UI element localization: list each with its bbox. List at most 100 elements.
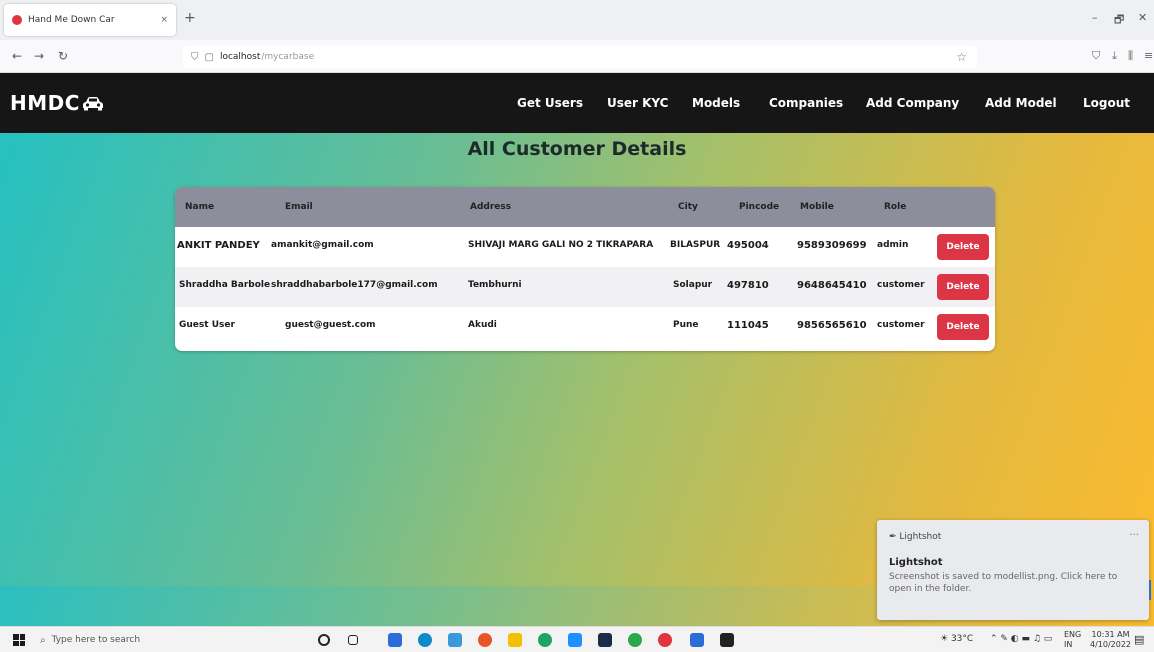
url-bar[interactable]: ⛉ ▢ localhost /mycarbase ☆: [183, 46, 977, 68]
pocket-icon[interactable]: ⛉: [1092, 49, 1100, 63]
new-tab-button[interactable]: +: [184, 10, 196, 26]
table-row: Shraddha Barbole shraddhabarbole177@gmai…: [175, 267, 995, 307]
nav-logout[interactable]: Logout: [1083, 96, 1130, 110]
notification-app-name: Lightshot: [899, 532, 942, 542]
maximize-icon[interactable]: 🗗: [1114, 11, 1124, 30]
cell-address: Tembhurni: [468, 280, 522, 290]
taskbar: ⌕ Type here to search ☀ 33°C ⌃ ✎ ◐ ▬ ♫ ▭…: [0, 626, 1154, 652]
app-icon[interactable]: [388, 633, 402, 647]
weather-temp: 33°C: [950, 634, 974, 644]
bookmark-star-icon[interactable]: ☆: [956, 50, 967, 64]
language-indicator[interactable]: ENG IN: [1064, 630, 1086, 650]
cell-email: amankit@gmail.com: [271, 240, 374, 250]
cell-role: customer: [877, 320, 925, 330]
back-icon[interactable]: ←: [12, 49, 22, 63]
brand-logo[interactable]: HMDC: [10, 91, 104, 115]
lightshot-notification[interactable]: ✒ Lightshot ··· Lightshot Screenshot is …: [877, 520, 1149, 620]
delete-button[interactable]: Delete: [937, 234, 989, 260]
cell-name: ANKIT PANDEY: [177, 240, 260, 251]
cell-role: customer: [877, 280, 925, 290]
spotify-icon[interactable]: [628, 633, 642, 647]
cell-address: Akudi: [468, 320, 497, 330]
nav-models[interactable]: Models: [692, 96, 740, 110]
th-email: Email: [285, 202, 313, 212]
terminal-icon[interactable]: [598, 633, 612, 647]
browser-toolbar: ← → ↻ ⛉ ▢ localhost /mycarbase ☆ ⛉ ⤓ ⫼ ≡: [0, 40, 1154, 73]
th-name: Name: [185, 202, 215, 212]
url-path: /mycarbase: [261, 52, 315, 62]
forward-icon[interactable]: →: [34, 49, 44, 63]
car-icon: [82, 97, 103, 111]
close-window-icon[interactable]: ✕: [1138, 11, 1147, 24]
cell-address: SHIVAJI MARG GALI NO 2 TIKRAPARA: [468, 240, 654, 250]
cell-pincode: 495004: [727, 240, 769, 251]
chrome-icon[interactable]: [478, 633, 492, 647]
tray-icons[interactable]: ⌃ ✎ ◐ ▬ ♫ ▭: [990, 634, 1052, 644]
cell-mobile: 9648645410: [797, 280, 867, 291]
reload-icon[interactable]: ↻: [58, 49, 68, 63]
tab-title: Hand Me Down Car: [28, 15, 115, 25]
customer-table: Name Email Address City Pincode Mobile R…: [175, 187, 995, 351]
cell-mobile: 9856565610: [797, 320, 867, 331]
notification-body: Screenshot is saved to modellist.png. Cl…: [889, 572, 1118, 594]
mail-icon[interactable]: [448, 633, 462, 647]
nav-add-company[interactable]: Add Company: [866, 96, 959, 110]
weather-icon: ☀: [940, 634, 951, 644]
cell-pincode: 497810: [727, 280, 769, 291]
search-placeholder: Type here to search: [51, 635, 141, 645]
task-view-icon[interactable]: [348, 635, 358, 645]
nav-get-users[interactable]: Get Users: [517, 96, 583, 110]
page-title: All Customer Details: [467, 138, 687, 160]
menu-icon[interactable]: ≡: [1144, 49, 1153, 62]
weather-tray[interactable]: ☀ 33°C: [940, 634, 973, 644]
library-icon[interactable]: ⫼: [1128, 49, 1133, 63]
app-icon[interactable]: [720, 633, 734, 647]
th-role: Role: [884, 202, 907, 212]
nav-user-kyc[interactable]: User KYC: [607, 96, 669, 110]
nav-add-model[interactable]: Add Model: [985, 96, 1057, 110]
table-header: Name Email Address City Pincode Mobile R…: [175, 187, 995, 227]
cortana-icon[interactable]: [318, 634, 330, 646]
minimize-icon[interactable]: –: [1092, 11, 1098, 24]
browser-tab[interactable]: Hand Me Down Car ×: [4, 4, 176, 36]
table-row: ANKIT PANDEY amankit@gmail.com SHIVAJI M…: [175, 227, 995, 267]
download-icon[interactable]: ⤓: [1112, 49, 1117, 63]
table-row: Guest User guest@guest.com Akudi Pune 11…: [175, 307, 995, 347]
windows-start-icon[interactable]: [13, 634, 25, 646]
th-address: Address: [470, 202, 512, 212]
notification-title: Lightshot: [889, 557, 943, 568]
edge-icon[interactable]: [418, 633, 432, 647]
th-pincode: Pincode: [739, 202, 780, 212]
taskbar-search[interactable]: ⌕ Type here to search: [40, 631, 280, 649]
file-explorer-icon[interactable]: [508, 633, 522, 647]
notification-scroll-indicator: [1149, 580, 1154, 600]
delete-button[interactable]: Delete: [937, 274, 989, 300]
browser-tab-strip: Hand Me Down Car × + – 🗗 ✕: [0, 0, 1154, 40]
brand-text: HMDC: [10, 91, 80, 115]
cell-role: admin: [877, 240, 909, 250]
page-icon: ▢: [204, 51, 214, 63]
clock-date: 4/10/2022: [1090, 640, 1132, 649]
tab-close-icon[interactable]: ×: [160, 15, 168, 25]
vscode-icon[interactable]: [568, 633, 582, 647]
more-icon[interactable]: ···: [1129, 530, 1139, 541]
search-icon: ⌕: [40, 634, 46, 646]
notification-center-icon[interactable]: ▤: [1134, 633, 1144, 646]
shield-icon: ⛉: [191, 51, 199, 63]
clock[interactable]: 10:31 AM 4/10/2022: [1090, 630, 1131, 650]
cell-email: shraddhabarbole177@gmail.com: [271, 280, 438, 290]
cell-city: Pune: [673, 320, 699, 330]
store-icon[interactable]: [690, 633, 704, 647]
firefox-icon[interactable]: [658, 633, 672, 647]
cell-city: BILASPUR: [670, 240, 721, 250]
cell-name: Shraddha Barbole: [179, 280, 271, 290]
cell-city: Solapur: [673, 280, 713, 290]
delete-button[interactable]: Delete: [937, 314, 989, 340]
clock-time: 10:31 AM: [1091, 630, 1130, 639]
feather-icon: ✒: [889, 532, 900, 542]
whatsapp-icon[interactable]: [538, 633, 552, 647]
cell-name: Guest User: [179, 320, 235, 330]
notification-app: ✒ Lightshot: [889, 532, 941, 542]
nav-companies[interactable]: Companies: [769, 96, 843, 110]
th-mobile: Mobile: [800, 202, 834, 212]
